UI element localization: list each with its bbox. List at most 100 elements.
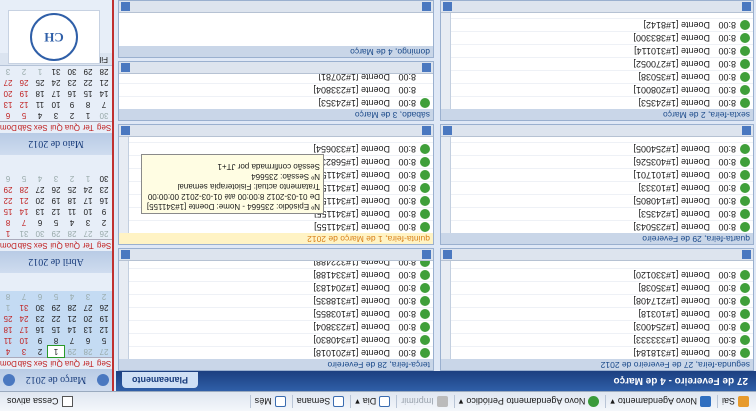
horizontal-scrollbar[interactable] bbox=[119, 62, 433, 75]
active-sessions-checkbox[interactable] bbox=[61, 396, 73, 407]
horizontal-scrollbar[interactable] bbox=[441, 1, 753, 13]
next-month-icon[interactable] bbox=[3, 374, 15, 386]
appointment-item[interactable]: 8:00 Doente [1#330120] bbox=[441, 268, 753, 281]
appointment-item[interactable]: 8:00 Doente [1#201018] bbox=[119, 346, 433, 359]
day-cell-wednesday[interactable]: quarta-feira, 29 de Fevereiro 8:00 Doente… bbox=[440, 124, 754, 245]
appointment-item[interactable]: 8:00 Doente [1#10333] bbox=[441, 181, 753, 194]
scroll-right-icon[interactable] bbox=[443, 126, 452, 135]
print-button[interactable]: Imprimir bbox=[396, 395, 452, 408]
appointment-item[interactable]: 8:00 Doente [1#24353] bbox=[441, 96, 753, 109]
week-view-icon bbox=[333, 396, 345, 407]
scroll-left-icon[interactable] bbox=[422, 250, 431, 259]
appointment-item[interactable]: 8:00 Doente [1#10318] bbox=[441, 307, 753, 320]
status-icon bbox=[740, 157, 750, 167]
appointment-item[interactable]: 8:00 Doente [1#341155] bbox=[119, 220, 433, 233]
status-icon bbox=[420, 183, 430, 193]
day-cell-sunday[interactable]: domingo, 4 de Março bbox=[118, 0, 434, 59]
vertical-scrollbar[interactable] bbox=[119, 260, 129, 359]
appointment-item[interactable]: 8:00 Doente [1#333333] bbox=[441, 333, 753, 346]
appointment-item[interactable]: 8:00 Doente [1#254005] bbox=[441, 142, 753, 155]
scroll-right-icon[interactable] bbox=[121, 250, 130, 259]
calendar-week: 28 29 30 31 1 2 3 bbox=[5, 67, 109, 76]
appointment-item[interactable]: 8:00 Doente [1#217408] bbox=[441, 294, 753, 307]
appointment-item[interactable]: 8:00 Doente [1#233804] bbox=[119, 83, 433, 96]
appointment-item[interactable]: 8:00 Doente [1#35038] bbox=[441, 281, 753, 294]
appointment-item[interactable]: 8:00 Doente [1#208001] bbox=[441, 83, 753, 96]
day-cell-saturday[interactable]: sábado, 3 de Março 8:00 Doente [1#24353] … bbox=[118, 61, 434, 121]
month-view-button[interactable]: Mês bbox=[249, 395, 290, 408]
scroll-left-icon[interactable] bbox=[422, 63, 431, 73]
month-navigator: Março de 2012 bbox=[0, 369, 112, 391]
appointment-item[interactable]: 8:00 Doente [1#24353] bbox=[441, 207, 753, 220]
status-icon bbox=[420, 322, 430, 332]
day-cell-friday[interactable]: sexta-feira, 2 de Março 8:00 Doente [1#24… bbox=[440, 0, 754, 121]
calendar-week: 12 13 14 15 16 17 18 bbox=[0, 324, 112, 335]
scroll-left-icon[interactable] bbox=[422, 126, 431, 135]
status-icon bbox=[740, 270, 750, 280]
appointment-item[interactable]: 8:00 Doente [1#140805] bbox=[441, 194, 753, 207]
scroll-right-icon[interactable] bbox=[121, 126, 130, 135]
scroll-right-icon[interactable] bbox=[443, 250, 452, 259]
appointment-item[interactable]: 8:00 Doente [1#334188] bbox=[119, 268, 433, 281]
appointment-item[interactable]: 8:00 Doente [1#101701] bbox=[441, 168, 753, 181]
appointment-item[interactable]: 8:00 Doente [1#35038] bbox=[441, 70, 753, 83]
scroll-right-icon[interactable] bbox=[443, 2, 452, 11]
horizontal-scrollbar[interactable] bbox=[119, 1, 433, 13]
status-icon bbox=[420, 196, 430, 206]
new-appointment-button[interactable]: Novo Agendamento ▾ bbox=[605, 395, 715, 408]
mini-calendar-may: Maio de 2012 Seg Ter Qua Qui Sex Sáb Dom 30 1 2 3… bbox=[0, 66, 112, 155]
month-view-icon bbox=[274, 396, 286, 407]
hospital-logo: CH bbox=[8, 10, 100, 64]
calendar-week: 23 24 25 26 27 28 29 bbox=[3, 185, 109, 194]
vertical-scrollbar[interactable] bbox=[441, 136, 451, 233]
exit-icon bbox=[738, 396, 749, 407]
appointment-item[interactable]: 8:00 Doente [1#383300] bbox=[441, 31, 753, 44]
scroll-right-icon[interactable] bbox=[121, 63, 130, 73]
appointment-item[interactable]: 8:00 Doente [1#254003] bbox=[441, 320, 753, 333]
tab-planeamento[interactable]: Planeamento bbox=[122, 372, 199, 388]
day-cell-monday[interactable]: segunda-feira, 27 de Fevereiro de 2012 8… bbox=[440, 248, 754, 371]
appointment-item[interactable]: 8:00 Doente [1#235043] bbox=[441, 220, 753, 233]
horizontal-scrollbar[interactable] bbox=[441, 125, 753, 137]
exit-button[interactable]: Sai bbox=[716, 395, 753, 408]
appointment-item[interactable]: 8:00 Doente [1#103855] bbox=[119, 307, 433, 320]
appointment-item[interactable]: 8:00 Doente [1#204183] bbox=[119, 281, 433, 294]
horizontal-scrollbar[interactable] bbox=[119, 249, 433, 261]
day-view-button[interactable]: Dia ▾ bbox=[350, 395, 395, 408]
status-icon bbox=[740, 196, 750, 206]
horizontal-scrollbar[interactable] bbox=[119, 125, 433, 137]
previous-month-icon[interactable] bbox=[97, 374, 109, 386]
appointment-item[interactable]: 8:00 Doente [1#8142] bbox=[441, 18, 753, 31]
calendar-add-icon bbox=[699, 396, 711, 407]
scroll-right-icon[interactable] bbox=[121, 2, 130, 11]
horizontal-scrollbar[interactable] bbox=[441, 249, 753, 261]
vertical-scrollbar[interactable] bbox=[441, 12, 451, 109]
appointment-item[interactable]: 8:00 Doente [1#318184] bbox=[441, 346, 753, 359]
appointment-item[interactable]: 8:00 Doente [1#24353] bbox=[119, 96, 433, 109]
scroll-left-icon[interactable] bbox=[742, 2, 751, 11]
logo-emblem: CH bbox=[30, 13, 78, 61]
calendar-week: 2345678 bbox=[5, 218, 107, 227]
status-icon bbox=[420, 309, 430, 319]
scroll-left-icon[interactable] bbox=[742, 126, 751, 135]
appointment-item[interactable]: 8:00 Doente [1#310114] bbox=[441, 44, 753, 57]
vertical-scrollbar[interactable] bbox=[119, 136, 129, 233]
appointment-item[interactable]: 8:00 Doente [1#403526] bbox=[441, 155, 753, 168]
appointment-item[interactable]: 8:00 Doente [1#270052] bbox=[441, 57, 753, 70]
weekday-header: Seg Ter Qua Qui Sex Sáb Dom bbox=[0, 121, 112, 133]
active-sessions-toggle[interactable]: Cessa ativos bbox=[3, 395, 77, 408]
week-view-button[interactable]: Semana bbox=[291, 395, 349, 408]
calendar-week: 7 8 9 10 11 12 13 bbox=[3, 100, 107, 109]
day-title: sábado, 3 de Março bbox=[119, 109, 433, 120]
day-title: domingo, 4 de Março bbox=[119, 46, 433, 58]
day-title: segunda-feira, 27 de Fevereiro de 2012 bbox=[441, 359, 753, 370]
new-recurring-appointment-button[interactable]: Novo Agendamento Periódico ▾ bbox=[453, 395, 604, 408]
weekday-header: Seg Ter Qua Qui Sex Sáb Dom bbox=[0, 239, 112, 251]
day-cell-tuesday[interactable]: terça-feira, 28 de Fevereiro 8:00 Doente … bbox=[118, 248, 434, 371]
appointment-item[interactable]: 8:00 Doente [1#318835] bbox=[119, 294, 433, 307]
scroll-left-icon[interactable] bbox=[742, 250, 751, 259]
vertical-scrollbar[interactable] bbox=[441, 260, 451, 359]
scroll-left-icon[interactable] bbox=[422, 2, 431, 11]
appointment-item[interactable]: 8:00 Doente [1#340830] bbox=[119, 333, 433, 346]
appointment-item[interactable]: 8:00 Doente [1#233804] bbox=[119, 320, 433, 333]
